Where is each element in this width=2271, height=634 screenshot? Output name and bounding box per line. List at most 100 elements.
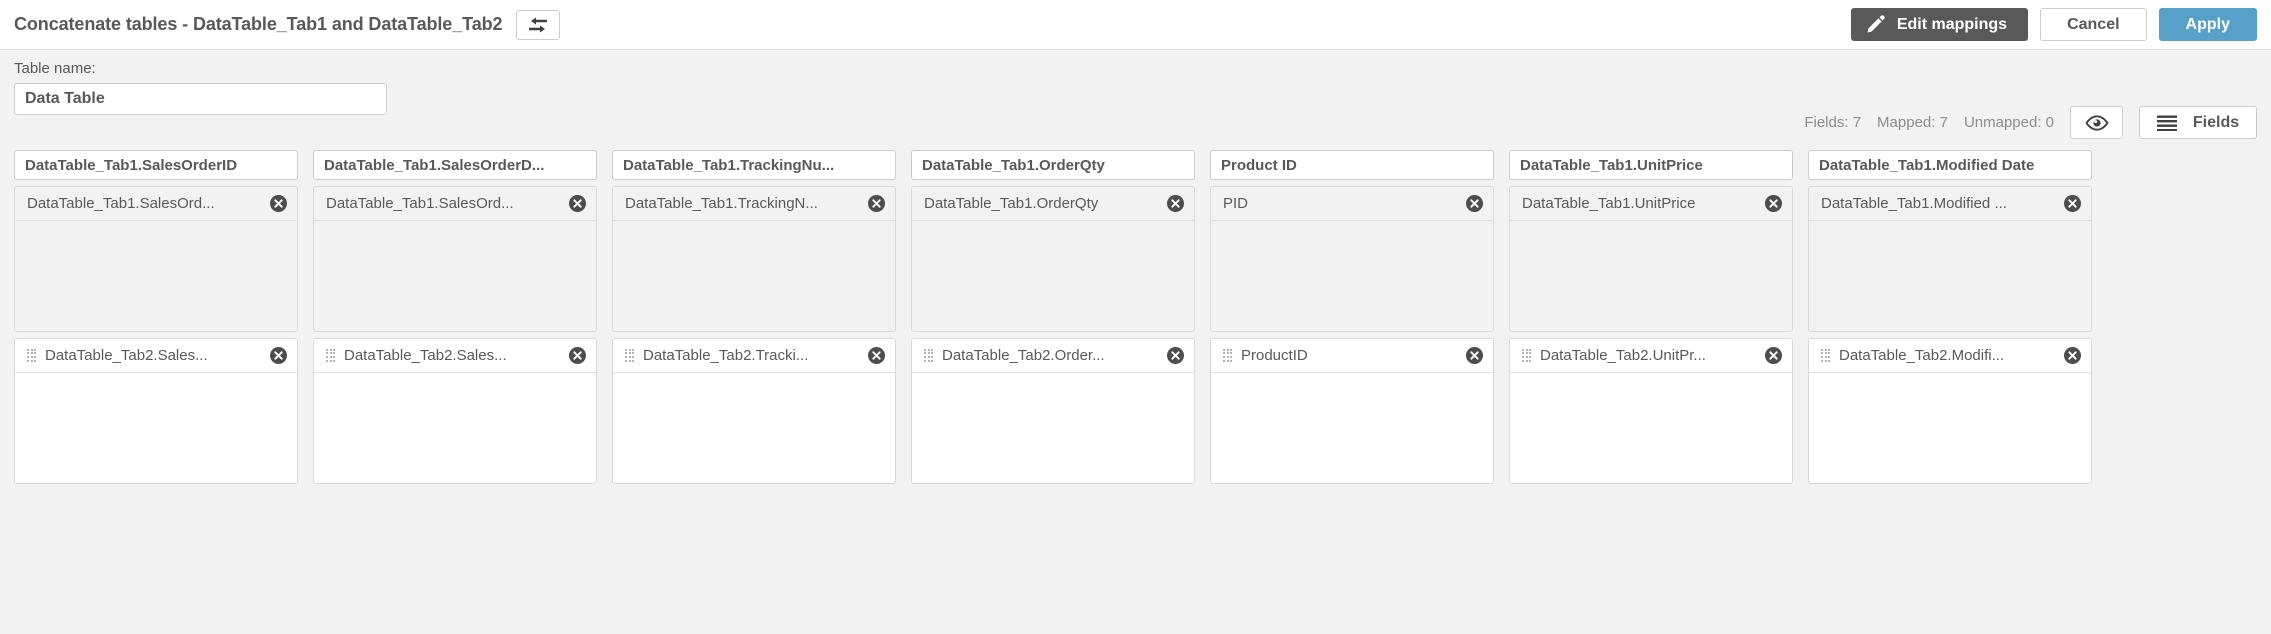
remove-circle-icon[interactable] xyxy=(270,347,287,364)
swap-tables-button[interactable] xyxy=(516,9,561,40)
column-header-input[interactable]: DataTable_Tab1.Modified Date xyxy=(1808,150,2092,180)
field-chip[interactable]: DataTable_Tab2.Order... xyxy=(912,339,1194,373)
remove-circle-icon[interactable] xyxy=(1167,347,1184,364)
remove-circle-icon[interactable] xyxy=(1167,195,1184,212)
field-chip[interactable]: DataTable_Tab2.Tracki... xyxy=(613,339,895,373)
field-chip[interactable]: DataTable_Tab1.OrderQty xyxy=(912,187,1194,221)
field-chip-label: DataTable_Tab1.SalesOrd... xyxy=(326,195,514,212)
source-table1-dropzone[interactable]: DataTable_Tab1.Modified ... xyxy=(1808,186,2092,332)
drag-handle-icon[interactable] xyxy=(27,348,37,363)
field-chip-label: DataTable_Tab1.Modified ... xyxy=(1821,195,2007,212)
field-chip-label: DataTable_Tab1.SalesOrd... xyxy=(27,195,215,212)
column-header-label: DataTable_Tab1.SalesOrderD... xyxy=(324,156,545,174)
field-chip[interactable]: DataTable_Tab1.TrackingN... xyxy=(613,187,895,221)
table-name-label: Table name: xyxy=(14,60,96,77)
edit-mappings-button[interactable]: Edit mappings xyxy=(1850,8,2029,41)
source-table2-dropzone[interactable]: DataTable_Tab2.Sales... xyxy=(14,338,298,484)
column-header-label: DataTable_Tab1.OrderQty xyxy=(922,156,1105,174)
remove-circle-icon[interactable] xyxy=(1765,195,1782,212)
preview-button[interactable] xyxy=(2070,106,2123,139)
table-name-bar: Table name: Fields: 7 Mapped: 7 Unmapped… xyxy=(0,50,2271,150)
field-chip[interactable]: DataTable_Tab1.SalesOrd... xyxy=(314,187,596,221)
remove-circle-icon[interactable] xyxy=(2064,195,2081,212)
field-chip[interactable]: DataTable_Tab1.UnitPrice xyxy=(1510,187,1792,221)
field-chip[interactable]: DataTable_Tab1.Modified ... xyxy=(1809,187,2091,221)
field-chip[interactable]: DataTable_Tab2.UnitPr... xyxy=(1510,339,1792,373)
pencil-icon xyxy=(1867,15,1885,33)
eye-icon xyxy=(2085,114,2108,131)
page-title: Concatenate tables - DataTable_Tab1 and … xyxy=(14,14,503,34)
apply-button[interactable]: Apply xyxy=(2158,8,2257,41)
drag-handle-icon[interactable] xyxy=(924,348,934,363)
remove-circle-icon[interactable] xyxy=(569,195,586,212)
drag-handle-icon[interactable] xyxy=(1522,348,1532,363)
source-table1-dropzone[interactable]: DataTable_Tab1.SalesOrd... xyxy=(14,186,298,332)
source-table1-dropzone[interactable]: DataTable_Tab1.SalesOrd... xyxy=(313,186,597,332)
column-header-input[interactable]: Product ID xyxy=(1210,150,1494,180)
remove-circle-icon[interactable] xyxy=(1466,195,1483,212)
field-chip-label: DataTable_Tab2.Tracki... xyxy=(643,347,809,364)
fields-button-label: Fields xyxy=(2192,113,2240,131)
column-header-label: DataTable_Tab1.Modified Date xyxy=(1819,156,2035,174)
remove-circle-icon[interactable] xyxy=(2064,347,2081,364)
source-table2-dropzone[interactable]: ProductID xyxy=(1210,338,1494,484)
source-table2-dropzone[interactable]: DataTable_Tab2.Order... xyxy=(911,338,1195,484)
header-actions: Edit mappings Cancel Apply xyxy=(1850,8,2257,41)
remove-circle-icon[interactable] xyxy=(868,195,885,212)
list-lines-icon xyxy=(2156,115,2177,131)
source-table1-dropzone[interactable]: DataTable_Tab1.UnitPrice xyxy=(1509,186,1793,332)
column-header-input[interactable]: DataTable_Tab1.SalesOrderD... xyxy=(313,150,597,180)
remove-circle-icon[interactable] xyxy=(868,347,885,364)
edit-mappings-label: Edit mappings xyxy=(1896,15,2008,33)
remove-circle-icon[interactable] xyxy=(1466,347,1483,364)
drag-handle-icon[interactable] xyxy=(1223,348,1233,363)
mapping-column: DataTable_Tab1.OrderQty DataTable_Tab1.Or… xyxy=(911,150,1195,484)
field-chip[interactable]: DataTable_Tab1.SalesOrd... xyxy=(15,187,297,221)
field-chip[interactable]: ProductID xyxy=(1211,339,1493,373)
stat-fields: Fields: 7 xyxy=(1804,114,1862,131)
field-chip[interactable]: DataTable_Tab2.Sales... xyxy=(15,339,297,373)
source-table2-dropzone[interactable]: DataTable_Tab2.Tracki... xyxy=(612,338,896,484)
column-header-input[interactable]: DataTable_Tab1.UnitPrice xyxy=(1509,150,1793,180)
source-table1-dropzone[interactable]: DataTable_Tab1.OrderQty xyxy=(911,186,1195,332)
field-chip-label: DataTable_Tab2.Sales... xyxy=(45,347,208,364)
field-chip[interactable]: DataTable_Tab2.Modifi... xyxy=(1809,339,2091,373)
field-chip-label: DataTable_Tab1.OrderQty xyxy=(924,195,1099,212)
fields-button[interactable]: Fields xyxy=(2139,106,2257,139)
remove-circle-icon[interactable] xyxy=(270,195,287,212)
cancel-button[interactable]: Cancel xyxy=(2040,8,2147,41)
mapping-column: Product ID PID ProductID xyxy=(1210,150,1494,484)
mapping-column: DataTable_Tab1.SalesOrderD... DataTable_T… xyxy=(313,150,597,484)
field-stats: Fields: 7 Mapped: 7 Unmapped: 0 Fields xyxy=(1804,106,2257,139)
source-table2-dropzone[interactable]: DataTable_Tab2.Modifi... xyxy=(1808,338,2092,484)
mapping-column: DataTable_Tab1.UnitPrice DataTable_Tab1.U… xyxy=(1509,150,1793,484)
column-header-input[interactable]: DataTable_Tab1.OrderQty xyxy=(911,150,1195,180)
field-chip[interactable]: DataTable_Tab2.Sales... xyxy=(314,339,596,373)
remove-circle-icon[interactable] xyxy=(569,347,586,364)
table-name-input[interactable] xyxy=(14,83,387,115)
stat-mapped: Mapped: 7 xyxy=(1877,114,1948,131)
source-table2-dropzone[interactable]: DataTable_Tab2.Sales... xyxy=(313,338,597,484)
stat-unmapped: Unmapped: 0 xyxy=(1963,114,2054,131)
column-header-label: Product ID xyxy=(1221,156,1297,174)
field-chip-label: PID xyxy=(1223,195,1249,212)
column-header-input[interactable]: DataTable_Tab1.SalesOrderID xyxy=(14,150,298,180)
field-chip[interactable]: PID xyxy=(1211,187,1493,221)
column-header-label: DataTable_Tab1.SalesOrderID xyxy=(25,156,238,174)
column-header-label: DataTable_Tab1.UnitPrice xyxy=(1520,156,1703,174)
source-table1-dropzone[interactable]: DataTable_Tab1.TrackingN... xyxy=(612,186,896,332)
remove-circle-icon[interactable] xyxy=(1765,347,1782,364)
drag-handle-icon[interactable] xyxy=(326,348,336,363)
column-header-label: DataTable_Tab1.TrackingNu... xyxy=(623,156,835,174)
drag-handle-icon[interactable] xyxy=(1821,348,1831,363)
source-table1-dropzone[interactable]: PID xyxy=(1210,186,1494,332)
field-chip-label: DataTable_Tab2.UnitPr... xyxy=(1540,347,1706,364)
field-chip-label: DataTable_Tab2.Order... xyxy=(942,347,1105,364)
swap-arrows-icon xyxy=(529,17,548,32)
drag-handle-icon[interactable] xyxy=(625,348,635,363)
mapping-columns: DataTable_Tab1.SalesOrderID DataTable_Tab… xyxy=(0,150,2271,484)
field-chip-label: DataTable_Tab1.TrackingN... xyxy=(625,195,818,212)
column-header-input[interactable]: DataTable_Tab1.TrackingNu... xyxy=(612,150,896,180)
source-table2-dropzone[interactable]: DataTable_Tab2.UnitPr... xyxy=(1509,338,1793,484)
mapping-column: DataTable_Tab1.TrackingNu... DataTable_Ta… xyxy=(612,150,896,484)
